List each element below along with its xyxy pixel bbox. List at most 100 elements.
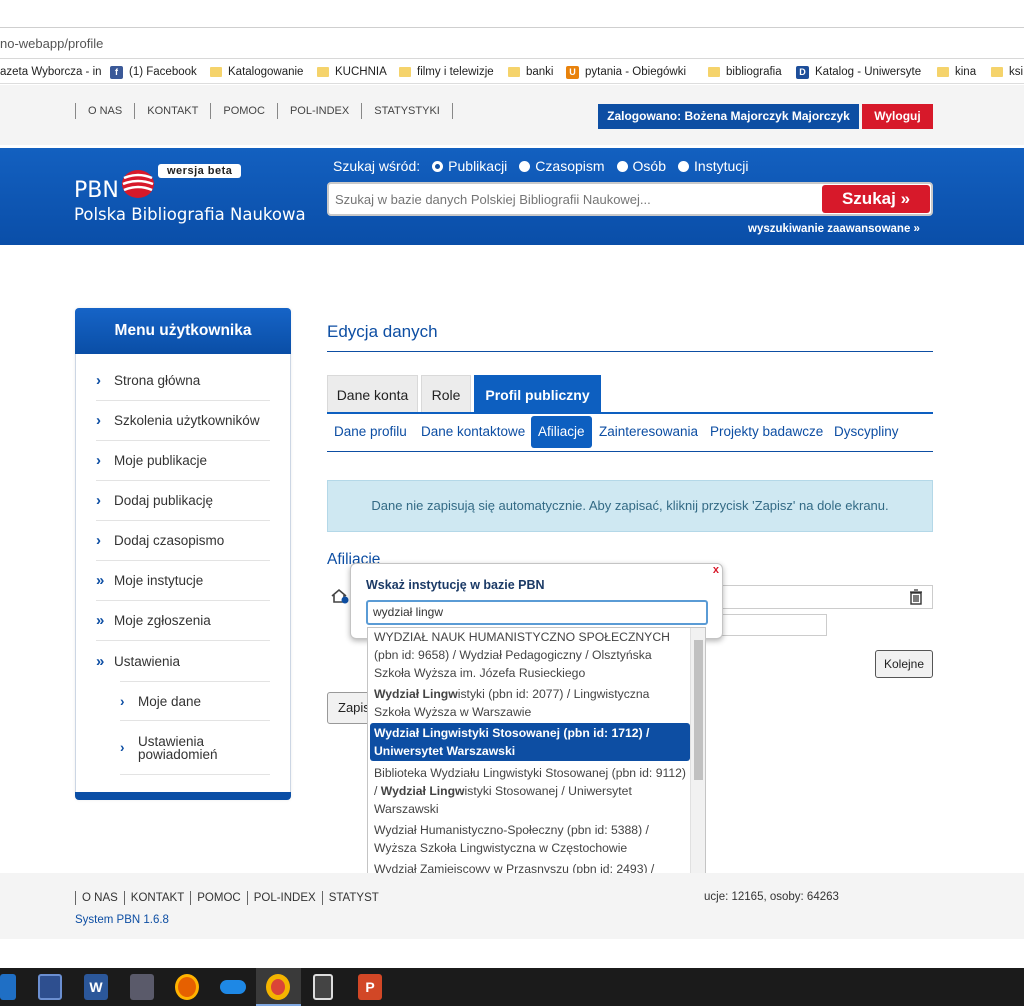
browser-tabstrip	[0, 0, 1024, 28]
sidebar-item-moje-publikacje[interactable]: › Moje publikacje	[96, 441, 270, 481]
double-chevron-icon: »	[96, 572, 105, 589]
list-item[interactable]: Biblioteka Wydziału Lingwistyki Stosowan…	[370, 764, 690, 818]
bookmarks-bar: azeta Wyborcza - in f (1) Facebook Katalo…	[0, 60, 1024, 84]
sidebar-item-moje-instytucje[interactable]: » Moje instytucje	[96, 561, 270, 601]
radio-publikacji[interactable]	[432, 160, 444, 172]
scrollbar-thumb[interactable]	[694, 640, 703, 780]
logo-short: PBN	[74, 178, 119, 203]
folder-icon	[508, 67, 520, 77]
subtab-projekty-badawcze[interactable]: Projekty badawcze	[703, 416, 830, 448]
firefox-icon[interactable]	[175, 974, 199, 1000]
logout-button[interactable]: Wyloguj	[862, 104, 933, 129]
powerpoint-icon[interactable]: P	[358, 974, 382, 1000]
beta-badge: wersja beta	[158, 164, 242, 178]
list-item-selected[interactable]: Wydział Lingwistyki Stosowanej (pbn id: …	[370, 723, 690, 761]
bookmark-kina[interactable]: kina	[937, 64, 976, 80]
sidebar-subitem-moje-dane[interactable]: › Moje dane	[120, 681, 270, 721]
top-navigation: O NAS KONTAKT POMOC POL-INDEX STATYSTYKI…	[0, 85, 1024, 145]
bookmark-bibliografia[interactable]: bibliografia	[708, 64, 782, 80]
subtab-dane-profilu[interactable]: Dane profilu	[327, 416, 414, 448]
tab-divider	[327, 412, 933, 414]
save-button[interactable]: Zapisz	[327, 692, 372, 724]
subtab-divider	[327, 451, 933, 452]
bookmark-wyborcza[interactable]: azeta Wyborcza - in	[0, 64, 102, 80]
nav-kontakt[interactable]: KONTAKT	[134, 103, 210, 119]
user-menu: Menu użytkownika › Strona główna › Szkolen…	[75, 308, 291, 800]
advanced-search-link[interactable]: wyszukiwanie zaawansowane »	[748, 223, 920, 235]
app-icon[interactable]	[130, 974, 154, 1000]
logo-full: Polska Bibliografia Naukowa	[74, 205, 306, 224]
search-button[interactable]: Szukaj »	[822, 185, 930, 213]
list-item[interactable]: Wydział Lingwistyki (pbn id: 2077) / Lin…	[370, 685, 690, 721]
subtab-afiliacje[interactable]: Afiliacje	[531, 416, 592, 448]
bookmark-ksi[interactable]: ksi	[991, 64, 1023, 80]
bookmark-banki[interactable]: banki	[508, 64, 554, 80]
system-version: System PBN 1.6.8	[75, 914, 169, 926]
page-footer: O NAS KONTAKT POMOC POL-INDEX STATYST uc…	[0, 873, 1024, 939]
site-header: PBN Polska Bibliografia Naukowa wersja b…	[0, 148, 1024, 245]
radio-czasopism[interactable]	[519, 160, 531, 172]
sidebar-item-moje-zgloszenia[interactable]: » Moje zgłoszenia	[96, 601, 270, 641]
sidebar-item-szkolenia[interactable]: › Szkolenia użytkowników	[96, 401, 270, 441]
chevron-right-icon: ›	[96, 452, 101, 469]
subtab-dane-kontaktowe[interactable]: Dane kontaktowe	[414, 416, 532, 448]
outlook-icon[interactable]	[0, 974, 16, 1000]
tab-profil-publiczny[interactable]: Profil publiczny	[474, 375, 601, 413]
save-icon[interactable]	[38, 974, 62, 1000]
subtab-zainteresowania[interactable]: Zainteresowania	[592, 416, 705, 448]
search-input[interactable]	[335, 184, 815, 214]
page-title: Edycja danych	[327, 322, 438, 341]
bookmark-facebook[interactable]: f (1) Facebook	[110, 64, 197, 80]
bookmark-katalog[interactable]: D Katalog - Uniwersyte	[796, 64, 921, 80]
list-item[interactable]: Wydział Humanistyczno-Społeczny (pbn id:…	[370, 821, 690, 857]
trash-icon[interactable]	[909, 589, 923, 605]
bookmark-katalogowanie[interactable]: Katalogowanie	[210, 64, 303, 80]
tab-role[interactable]: Role	[421, 375, 471, 413]
double-chevron-icon: »	[96, 652, 105, 670]
sidebar-item-dodaj-publikacje[interactable]: › Dodaj publikację	[96, 481, 270, 521]
tab-dane-konta[interactable]: Dane konta	[327, 375, 418, 413]
folder-icon	[937, 67, 949, 77]
sidebar-item-strona-glowna[interactable]: › Strona główna	[96, 361, 270, 401]
close-icon[interactable]: x	[713, 564, 719, 576]
footer-statystyki[interactable]: STATYST	[321, 891, 385, 905]
footer-o-nas[interactable]: O NAS	[75, 891, 124, 905]
user-menu-title: Menu użytkownika	[75, 308, 291, 354]
institution-home-icon[interactable]	[331, 588, 349, 604]
nav-pomoc[interactable]: POMOC	[210, 103, 277, 119]
sidebar-subitem-powiadomienia[interactable]: › Ustawienia powiadomień	[120, 721, 270, 775]
radio-osob[interactable]	[616, 160, 628, 172]
affiliation-secondary-field[interactable]	[708, 614, 827, 636]
list-scrollbar[interactable]	[690, 628, 705, 901]
chevron-right-icon: ›	[96, 372, 101, 389]
chevron-right-icon: ›	[96, 412, 101, 429]
footer-pol-index[interactable]: POL-INDEX	[246, 891, 322, 905]
bookmark-pytania[interactable]: Upytania - Obiegówki	[566, 64, 686, 80]
nav-pol-index[interactable]: POL-INDEX	[276, 103, 361, 119]
windows-taskbar: W P	[0, 968, 1024, 1006]
subtab-dyscypliny[interactable]: Dyscypliny	[827, 416, 906, 448]
list-item[interactable]: WYDZIAŁ NAUK HUMANISTYCZNO SPOŁECZNYCH (…	[370, 628, 690, 682]
chevron-right-icon: ›	[120, 693, 125, 709]
sidebar-item-ustawienia[interactable]: » Ustawienia	[96, 641, 270, 681]
footer-kontakt[interactable]: KONTAKT	[123, 891, 190, 905]
nav-statystyki[interactable]: STATYSTYKI	[361, 103, 453, 119]
address-bar[interactable]: no-webapp/profile	[0, 29, 1024, 59]
sidebar-item-dodaj-czasopismo[interactable]: › Dodaj czasopismo	[96, 521, 270, 561]
word-icon[interactable]: W	[84, 974, 108, 1000]
bookmark-kuchnia[interactable]: KUCHNIA	[317, 64, 387, 80]
chrome-icon[interactable]	[266, 974, 290, 1000]
affiliation-field[interactable]	[706, 585, 933, 609]
footer-stats: ucje: 12165, osoby: 64263	[704, 891, 839, 903]
bookmark-filmy[interactable]: filmy i telewizje	[399, 64, 494, 80]
next-button[interactable]: Kolejne	[875, 650, 933, 678]
nav-o-nas[interactable]: O NAS	[75, 103, 134, 119]
footer-pomoc[interactable]: POMOC	[190, 891, 246, 905]
radio-instytucji[interactable]	[678, 160, 690, 172]
calculator-icon[interactable]	[313, 974, 333, 1000]
institution-search-input[interactable]: wydział lingw	[366, 600, 708, 625]
onedrive-icon[interactable]	[220, 980, 246, 994]
logged-in-badge[interactable]: Zalogowano: Bożena Majorczyk Majorczyk	[598, 104, 859, 129]
search-scope: Szukaj wśród: Publikacji Czasopism Osób …	[333, 158, 749, 174]
info-alert: Dane nie zapisują się automatycznie. Aby…	[327, 480, 933, 532]
